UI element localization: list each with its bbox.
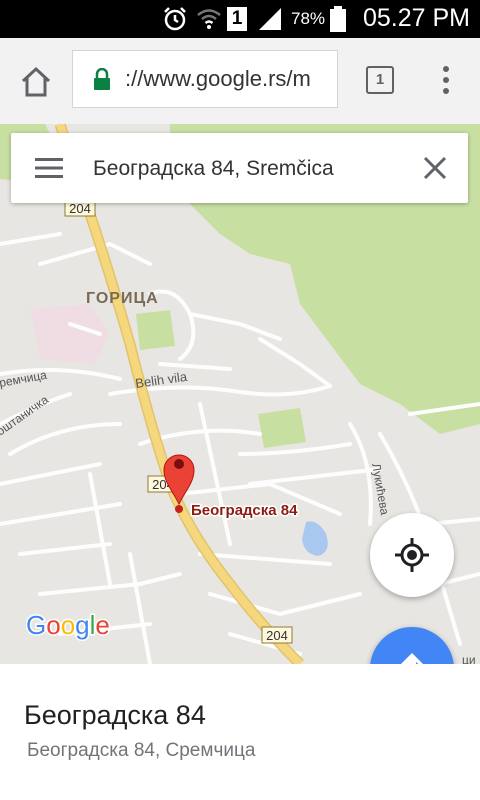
url-text: ://www.google.rs/m: [125, 66, 311, 91]
status-bar: 1 78% 05.27 PM: [0, 0, 480, 38]
clock: 05.27 PM: [362, 4, 470, 32]
my-location-icon: [395, 538, 429, 572]
home-icon: [21, 66, 51, 97]
place-title: Београдска 84: [24, 700, 206, 730]
park-area: [258, 408, 306, 448]
lock-icon: [93, 67, 111, 95]
street-label: ци: [462, 653, 476, 664]
battery-icon: [330, 6, 346, 37]
close-icon: [423, 156, 447, 180]
clear-search-button[interactable]: [422, 155, 448, 181]
search-box[interactable]: Београдска 84, Sremčica: [11, 133, 468, 203]
place-sheet[interactable]: Београдска 84 Београдска 84, Сремчица: [0, 664, 480, 800]
wifi-icon: [196, 6, 222, 37]
my-location-button[interactable]: [370, 513, 454, 597]
tab-switcher-button[interactable]: 1: [366, 66, 394, 94]
browser-toolbar: ://www.google.rs/m 1: [0, 38, 480, 125]
menu-icon[interactable]: [35, 157, 63, 184]
alarm-icon: [162, 6, 188, 37]
home-button[interactable]: [20, 66, 52, 98]
more-vert-icon: [443, 66, 449, 94]
road-shield-label: 204: [266, 628, 288, 643]
url-field[interactable]: ://www.google.rs/m: [72, 50, 338, 108]
road-shield: 204: [261, 626, 293, 644]
google-logo: Google: [26, 610, 110, 640]
battery-percent: 78%: [291, 9, 326, 28]
sim-slot-icon: 1: [227, 7, 247, 31]
place-address: Београдска 84, Сремчица: [27, 740, 256, 761]
signal-icon: [257, 6, 283, 37]
marker-label: Београдска 84: [191, 502, 298, 519]
search-query[interactable]: Београдска 84, Sremčica: [93, 157, 334, 181]
district-label: ГОРИЦА: [86, 290, 159, 307]
overflow-menu-button[interactable]: [436, 62, 456, 98]
road-shield-label: 204: [69, 201, 91, 216]
park-area: [136, 310, 175, 350]
